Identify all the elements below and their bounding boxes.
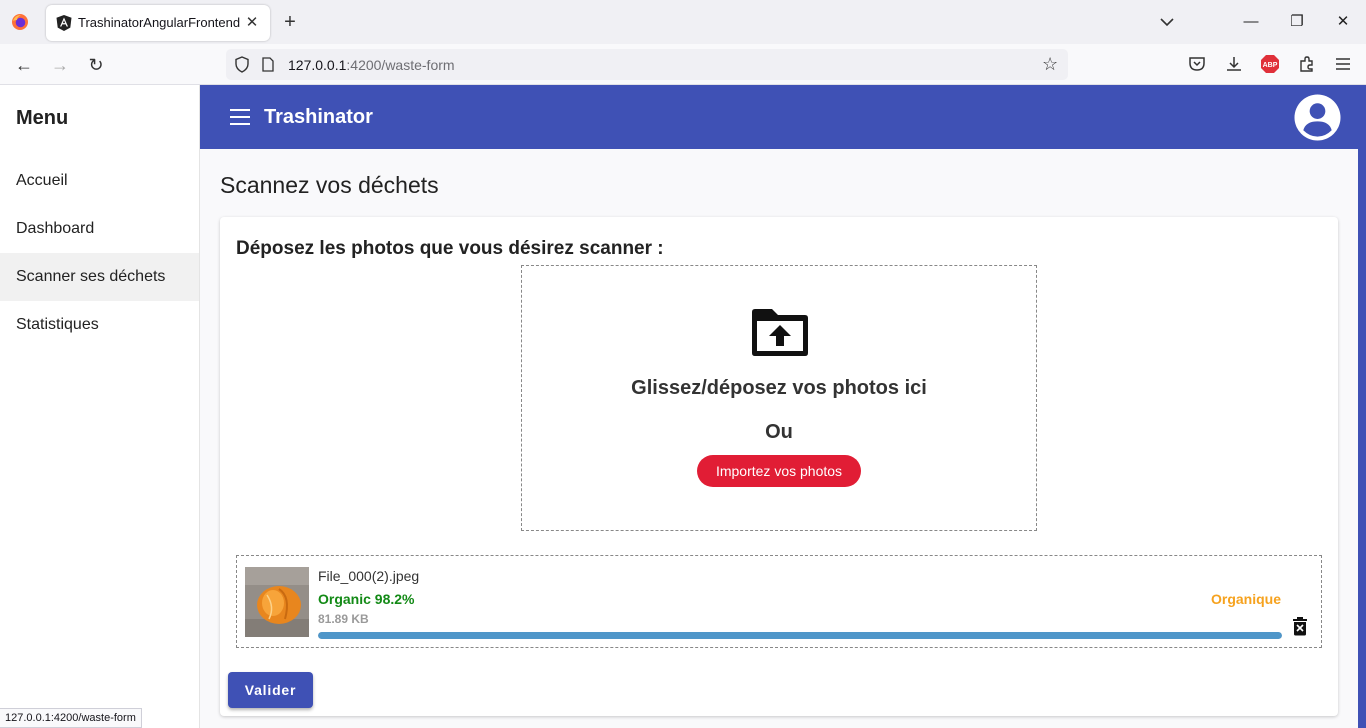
sidebar-item-accueil[interactable]: Accueil bbox=[0, 157, 199, 205]
shield-icon[interactable] bbox=[234, 56, 250, 73]
folder-upload-icon bbox=[752, 309, 808, 356]
file-thumbnail bbox=[245, 567, 309, 637]
angular-icon bbox=[56, 15, 72, 31]
restore-icon[interactable]: ❐ bbox=[1287, 12, 1307, 32]
menu-toggle-icon[interactable] bbox=[230, 109, 250, 125]
url-text[interactable]: 127.0.0.1:4200/waste-form bbox=[288, 57, 455, 73]
status-link-preview: 127.0.0.1:4200/waste-form bbox=[0, 708, 142, 728]
validate-button[interactable]: Valider bbox=[228, 672, 313, 708]
tab-title: TrashinatorAngularFrontend bbox=[78, 15, 241, 30]
file-name: File_000(2).jpeg bbox=[318, 568, 420, 584]
bookmark-star-icon[interactable]: ☆ bbox=[1042, 55, 1060, 73]
browser-tab-bar: TrashinatorAngularFrontend ✕ + — ❐ ✕ bbox=[0, 0, 1366, 44]
list-all-tabs-icon[interactable] bbox=[1158, 14, 1176, 30]
sidebar-item-statistiques[interactable]: Statistiques bbox=[0, 301, 199, 349]
upload-progress-fill bbox=[318, 632, 1282, 639]
app-toolbar: Trashinator bbox=[200, 85, 1366, 149]
page-info-icon[interactable] bbox=[262, 57, 274, 72]
adblock-plus-icon[interactable]: ABP bbox=[1260, 54, 1280, 74]
dropzone[interactable]: Glissez/déposez vos photos ici Ou Import… bbox=[521, 265, 1037, 531]
sidebar-item-scanner[interactable]: Scanner ses déchets bbox=[0, 253, 199, 301]
or-text: Ou bbox=[765, 421, 793, 443]
sidebar-item-dashboard[interactable]: Dashboard bbox=[0, 205, 199, 253]
delete-forever-icon[interactable] bbox=[1292, 616, 1308, 636]
right-edge-strip bbox=[1358, 149, 1366, 728]
file-category: Organique bbox=[1210, 591, 1281, 607]
menu-title: Menu bbox=[16, 107, 69, 129]
window-close-icon[interactable]: ✕ bbox=[1333, 12, 1353, 32]
browser-nav-bar: ← → ↻ 127.0.0.1:4200/waste-form ☆ ABP bbox=[0, 44, 1366, 85]
minimize-icon[interactable]: — bbox=[1241, 12, 1261, 32]
upload-card: Déposez les photos que vous désirez scan… bbox=[220, 217, 1338, 716]
page-title: Scannez vos déchets bbox=[220, 172, 439, 198]
reload-icon[interactable]: ↻ bbox=[85, 54, 107, 76]
downloads-icon[interactable] bbox=[1224, 54, 1244, 74]
url-path: :4200/waste-form bbox=[346, 57, 455, 73]
app-menu-icon[interactable] bbox=[1333, 54, 1353, 74]
new-tab-icon[interactable]: + bbox=[280, 11, 300, 33]
file-size: 81.89 KB bbox=[318, 612, 369, 626]
tab-close-icon[interactable]: ✕ bbox=[243, 14, 261, 32]
app-title: Trashinator bbox=[264, 106, 373, 128]
card-heading: Déposez les photos que vous désirez scan… bbox=[236, 238, 664, 259]
account-circle-icon[interactable] bbox=[1294, 94, 1341, 141]
file-classification: Organic 98.2% bbox=[318, 591, 415, 607]
drop-text: Glissez/déposez vos photos ici bbox=[631, 377, 927, 399]
svg-text:ABP: ABP bbox=[1263, 62, 1278, 69]
browser-tab-active[interactable]: TrashinatorAngularFrontend ✕ bbox=[46, 5, 270, 41]
url-host: 127.0.0.1 bbox=[288, 57, 347, 73]
forward-icon[interactable]: → bbox=[49, 54, 71, 76]
pocket-icon[interactable] bbox=[1187, 54, 1207, 74]
url-bar[interactable]: 127.0.0.1:4200/waste-form ☆ bbox=[226, 49, 1068, 80]
import-photos-button[interactable]: Importez vos photos bbox=[697, 455, 861, 487]
firefox-icon[interactable] bbox=[11, 13, 29, 31]
file-list-item: File_000(2).jpeg Organic 98.2% 81.89 KB … bbox=[236, 555, 1322, 648]
sidebar: Menu Accueil Dashboard Scanner ses déche… bbox=[0, 85, 200, 728]
extensions-icon[interactable] bbox=[1297, 54, 1317, 74]
back-icon[interactable]: ← bbox=[13, 54, 35, 76]
upload-progress-bar bbox=[318, 632, 1282, 639]
